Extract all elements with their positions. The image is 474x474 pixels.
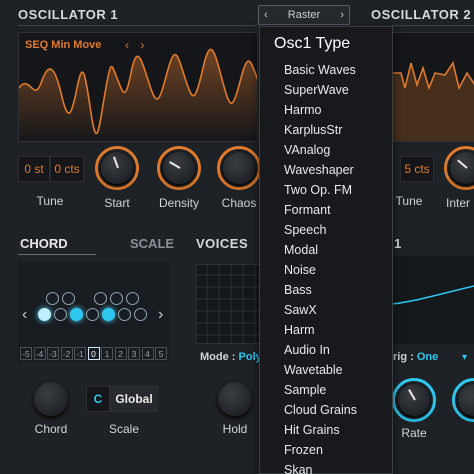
hold-knob[interactable] [218,382,252,416]
trigger-row[interactable]: rig : One [393,351,438,363]
chord-prev-arrow[interactable]: ‹ [22,306,27,324]
chord-note-dot-active[interactable] [38,308,51,321]
right-panel-title: 1 [394,236,402,251]
menu-item[interactable]: VAnalog [284,143,330,157]
voices-grid-graphic [197,265,259,343]
scale-degree-button[interactable]: -4 [33,347,46,360]
osc1-tune-label: Tune [36,194,64,208]
right-panel-curve-graphic [392,285,474,305]
menu-item[interactable]: Waveshaper [284,163,354,177]
menu-item[interactable]: SuperWave [284,83,349,97]
osc2-divider [392,25,474,26]
chord-tab-underline [18,254,96,255]
rate-knob-label: Rate [401,426,427,440]
scale-degree-button[interactable]: 3 [128,347,140,360]
scale-degree-button[interactable]: -1 [74,347,86,360]
osc1-density-label: Density [158,196,199,210]
scale-knob-label: Scale [108,422,140,436]
menu-item[interactable]: KarplusStr [284,123,342,137]
scale-degree-button[interactable]: -5 [20,347,32,360]
menu-item[interactable]: Hit Grains [284,423,340,437]
osc2-waveform-graphic [393,61,474,141]
osc1-tune-cents-field[interactable]: 0 cts [50,156,84,182]
chord-note-dot[interactable] [134,308,147,321]
menu-item[interactable]: Formant [284,203,331,217]
voices-mode-row[interactable]: Mode : Poly [200,351,262,363]
trigger-dropdown-icon[interactable]: ▾ [462,352,467,363]
chord-knob-label: Chord [34,422,68,436]
chord-next-arrow[interactable]: › [158,306,163,324]
trigger-label: rig : [393,351,414,363]
osc1-density-knob[interactable] [157,146,201,190]
second-knob[interactable] [452,378,474,422]
menu-item[interactable]: Bass [284,283,312,297]
tab-chord[interactable]: CHORD [20,236,68,251]
osc2-inter-knob[interactable] [444,146,474,190]
right-panel-curve-display [392,256,474,344]
chord-knob[interactable] [34,382,68,416]
chord-scope-field[interactable]: Global [110,386,158,412]
scale-degree-button[interactable]: 4 [141,347,154,360]
menu-item[interactable]: Skan [284,463,313,474]
osc2-waveform-display[interactable] [392,32,474,142]
voices-grid-display [196,264,260,344]
menu-item[interactable]: Wavetable [284,363,343,377]
menu-item[interactable]: Sample [284,383,326,397]
scale-degree-button[interactable]: 2 [114,347,127,360]
rate-knob[interactable] [392,378,436,422]
osc1-start-knob[interactable] [95,146,139,190]
menu-item[interactable]: Audio In [284,343,330,357]
osc1-wave-nav-arrows[interactable]: ‹ › [125,38,148,52]
osc-type-selector[interactable]: ‹ Raster › [258,5,350,25]
hold-knob-label: Hold [222,422,248,436]
osc1-start-label: Start [104,196,130,210]
scale-degree-button[interactable]: 5 [155,347,167,360]
scale-degree-button[interactable]: 1 [101,347,113,360]
chord-note-dot[interactable] [118,308,131,321]
tab-scale[interactable]: SCALE [130,236,174,251]
chord-note-dot[interactable] [62,292,75,305]
osc2-inter-label: Inter [446,196,471,210]
chord-key-field[interactable]: C [86,386,110,412]
osc1-title: OSCILLATOR 1 [18,7,119,22]
osc2-tune-label: Tune [395,194,423,208]
menu-title: Osc1 Type [274,35,351,52]
chord-note-dot-active[interactable] [70,308,83,321]
voices-title: VOICES [196,236,249,251]
menu-item[interactable]: Harm [284,323,315,337]
scale-degree-button[interactable]: 0 [87,347,100,360]
scale-degree-button[interactable]: -2 [60,347,73,360]
osc2-tune-cents-field[interactable]: 5 cts [400,156,434,182]
selector-prev-arrow[interactable]: ‹ [264,9,268,21]
chord-note-dot[interactable] [86,308,99,321]
menu-item[interactable]: SawX [284,303,317,317]
osc1-wave-name: SEQ Min Move [25,39,102,51]
voices-mode-label: Mode : [200,351,236,363]
osc1-tune-semitones-field[interactable]: 0 st [18,156,50,182]
menu-item[interactable]: Basic Waves [284,63,356,77]
osc1-chaos-label: Chaos [221,196,257,210]
menu-item[interactable]: Frozen [284,443,323,457]
menu-item[interactable]: Modal [284,243,318,257]
osc1-divider [18,25,258,26]
selector-next-arrow[interactable]: › [340,9,344,21]
osc1-waveform-display[interactable]: SEQ Min Move ‹ › [18,32,258,142]
menu-item[interactable]: Speech [284,223,326,237]
menu-item[interactable]: Noise [284,263,316,277]
chord-note-dot-active[interactable] [102,308,115,321]
chord-note-dot[interactable] [54,308,67,321]
chord-note-dot[interactable] [126,292,139,305]
osc1-chaos-knob[interactable] [217,146,261,190]
chord-note-dot[interactable] [110,292,123,305]
menu-item[interactable]: Harmo [284,103,322,117]
menu-item[interactable]: Cloud Grains [284,403,357,417]
chord-note-dot[interactable] [94,292,107,305]
chord-note-dot[interactable] [46,292,59,305]
scale-degree-button[interactable]: -3 [47,347,59,360]
osc-type-menu: Osc1 Type Basic Waves SuperWave Harmo Karpl… [259,26,393,474]
trigger-value[interactable]: One [417,351,438,363]
osc2-title: OSCILLATOR 2 [371,7,472,22]
selector-value: Raster [287,9,321,21]
menu-item[interactable]: Two Op. FM [284,183,352,197]
